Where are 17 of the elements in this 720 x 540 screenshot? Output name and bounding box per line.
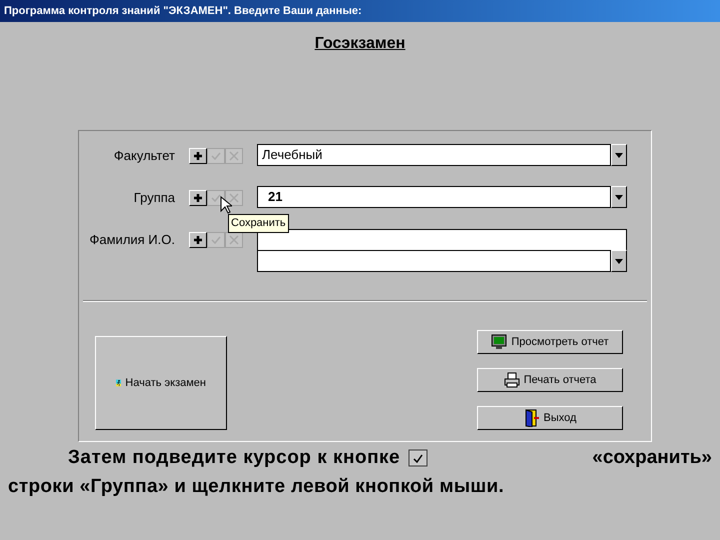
caption-text: строки «Группа» и щелкните левой кнопкой мыши. xyxy=(8,474,506,498)
caption-text: «сохранить» xyxy=(592,446,712,470)
tooltip: Сохранить xyxy=(228,214,289,232)
start-exam-button[interactable]: Начать экзамен xyxy=(95,336,227,430)
action-button[interactable]: Печать отчета xyxy=(477,368,623,392)
field-label: Фамилия И.О. xyxy=(90,231,175,250)
input-field[interactable]: Лечебный xyxy=(257,144,611,166)
action-button[interactable]: Выход xyxy=(477,406,623,430)
action-button[interactable]: Просмотреть отчет xyxy=(477,330,623,354)
field-label: Факультет xyxy=(114,147,175,166)
heading: Госэкзамен xyxy=(314,34,406,54)
field-label: Группа xyxy=(134,189,175,208)
field-value: 21 xyxy=(268,188,282,206)
window-title: Программа контроля знаний "ЭКЗАМЕН". Введите Ваши данные: xyxy=(4,4,362,19)
field-value: Лечебный xyxy=(262,146,322,164)
caption-text: Затем подведите курсор к кнопке xyxy=(68,446,400,470)
input-field[interactable]: 21 xyxy=(257,186,611,208)
